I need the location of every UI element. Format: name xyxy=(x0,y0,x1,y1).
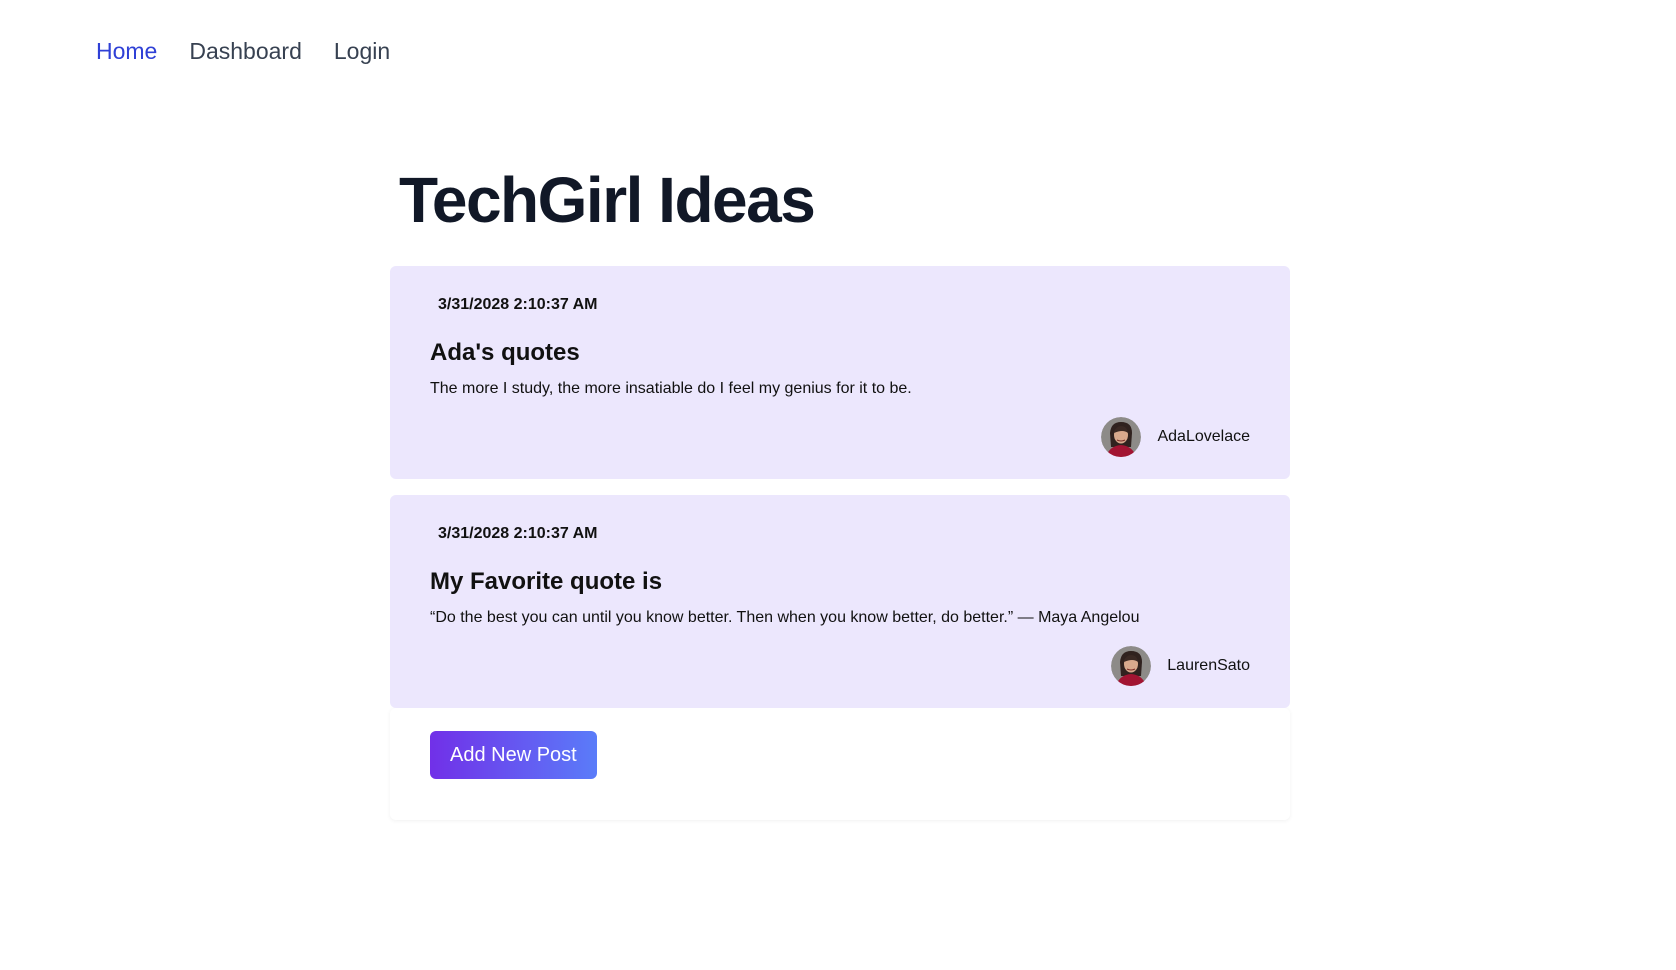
author-name: LaurenSato xyxy=(1167,657,1250,674)
add-new-post-button[interactable]: Add New Post xyxy=(430,731,597,779)
post-date: 3/31/2028 2:10:37 AM xyxy=(438,296,598,313)
nav-login-link[interactable]: Login xyxy=(334,38,390,65)
nav-dashboard-link[interactable]: Dashboard xyxy=(189,38,302,65)
post-author: LaurenSato xyxy=(1111,646,1250,686)
top-nav: Home Dashboard Login xyxy=(96,38,390,65)
author-avatar[interactable] xyxy=(1111,646,1152,686)
author-avatar[interactable] xyxy=(1101,417,1142,457)
page-title: TechGirl Ideas xyxy=(399,164,816,236)
post-author: AdaLovelace xyxy=(1101,417,1250,457)
post-body: “Do the best you can until you know bett… xyxy=(430,609,1140,626)
nav-home-link[interactable]: Home xyxy=(96,38,157,65)
post-title: My Favorite quote is xyxy=(430,568,663,595)
post-body: The more I study, the more insatiable do… xyxy=(430,380,912,397)
post-title: Ada's quotes xyxy=(430,339,580,366)
post-date: 3/31/2028 2:10:37 AM xyxy=(438,525,598,542)
author-name: AdaLovelace xyxy=(1157,428,1250,445)
post-card: 3/31/2028 2:10:37 AM My Favorite quote i… xyxy=(390,495,1290,708)
add-post-section: Add New Post xyxy=(390,708,1290,820)
main-content: TechGirl Ideas 3/31/2028 2:10:37 AM Ada'… xyxy=(390,160,1290,820)
post-card: 3/31/2028 2:10:37 AM Ada's quotes The mo… xyxy=(390,266,1290,479)
